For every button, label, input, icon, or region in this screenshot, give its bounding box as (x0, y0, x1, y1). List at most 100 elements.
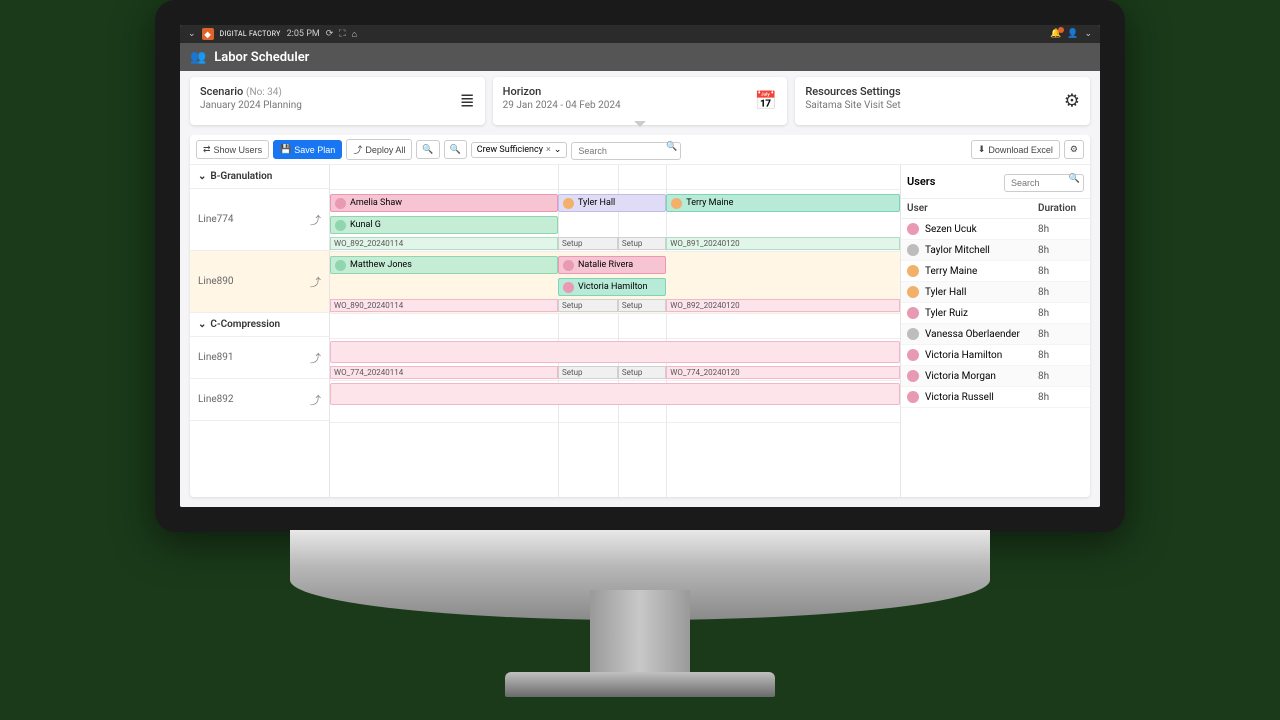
chevron-down-icon[interactable]: ⌄ (554, 145, 562, 155)
wo-setup[interactable]: Setup (558, 299, 618, 312)
wo-setup[interactable]: Setup (618, 366, 666, 379)
chip-remove-icon[interactable]: × (546, 145, 551, 155)
horizon-card[interactable]: Horizon 29 Jan 2024 - 04 Feb 2024 📅 (493, 77, 788, 125)
empty-task-line892[interactable] (330, 383, 900, 405)
zoom-out-button[interactable]: 🔍 (416, 140, 439, 159)
user-row[interactable]: Tyler Ruiz8h (901, 303, 1090, 324)
wo-892-20240114[interactable]: WO_892_20240114 (330, 237, 558, 250)
chevron-down-icon: ⌄ (198, 319, 206, 330)
user-duration: 8h (1038, 371, 1084, 382)
refresh-icon[interactable]: ⟳ (326, 29, 334, 39)
task-natalie-rivera[interactable]: Natalie Rivera (558, 256, 666, 274)
show-users-button[interactable]: ⇄ Show Users (196, 140, 269, 159)
page-title-bar: 👥 Labor Scheduler (180, 43, 1100, 71)
wo-892-20240120[interactable]: WO_892_20240120 (666, 299, 900, 312)
wo-890-20240114[interactable]: WO_890_20240114 (330, 299, 558, 312)
user-row[interactable]: Terry Maine8h (901, 261, 1090, 282)
user-row[interactable]: Tyler Hall8h (901, 282, 1090, 303)
users-list[interactable]: Sezen Ucuk8hTaylor Mitchell8hTerry Maine… (901, 219, 1090, 408)
gantt-row-line774: Amelia Shaw Tyler Hall Terry Maine Kunal… (330, 190, 900, 252)
wo-setup[interactable]: Setup (618, 299, 666, 312)
toolbar-settings-button[interactable]: ⚙ (1064, 140, 1084, 159)
scenario-title: Scenario (200, 85, 243, 98)
wo-774-20240120[interactable]: WO_774_20240120 (666, 366, 900, 379)
group-b-granulation[interactable]: ⌄B-Granulation (190, 165, 329, 189)
user-row[interactable]: Victoria Morgan8h (901, 366, 1090, 387)
users-search[interactable]: 🔍 (1004, 171, 1084, 192)
resources-subtitle: Saitama Site Visit Set (805, 100, 1080, 111)
menu-chevron-icon[interactable]: ⌄ (188, 29, 196, 39)
user-row[interactable]: Taylor Mitchell8h (901, 240, 1090, 261)
users-col-duration: Duration (1038, 203, 1084, 214)
task-terry-maine[interactable]: Terry Maine (666, 194, 900, 212)
gantt-row-line892 (330, 381, 900, 423)
upload-icon[interactable]: ⤴ (310, 212, 321, 228)
gantt-timeline[interactable]: Amelia Shaw Tyler Hall Terry Maine Kunal… (330, 165, 900, 497)
horizon-range: 29 Jan 2024 - 04 Feb 2024 (503, 100, 778, 111)
horizon-title: Horizon (503, 85, 778, 98)
users-search-input[interactable] (1004, 174, 1084, 192)
wo-774-20240114[interactable]: WO_774_20240114 (330, 366, 558, 379)
task-matthew-jones[interactable]: Matthew Jones (330, 256, 558, 274)
brand-logo-icon: ◆ (202, 28, 214, 40)
empty-task-line891[interactable] (330, 341, 900, 363)
resources-title: Resources Settings (805, 85, 1080, 98)
avatar (907, 265, 919, 277)
user-row[interactable]: Victoria Hamilton8h (901, 345, 1090, 366)
user-duration: 8h (1038, 245, 1084, 256)
labor-scheduler-icon: 👥 (190, 50, 206, 65)
group-c-compression[interactable]: ⌄C-Compression (190, 313, 329, 337)
avatar (907, 223, 919, 235)
task-tyler-hall[interactable]: Tyler Hall (558, 194, 666, 212)
user-row[interactable]: Victoria Russell8h (901, 387, 1090, 408)
user-duration: 8h (1038, 266, 1084, 277)
summary-cards: Scenario (No: 34) January 2024 Planning … (180, 71, 1100, 135)
user-menu-icon[interactable]: 👤 (1067, 29, 1078, 39)
task-victoria-hamilton[interactable]: Victoria Hamilton (558, 278, 666, 296)
home-icon[interactable]: ⌂ (352, 29, 357, 40)
filter-chip[interactable]: Crew Sufficiency × ⌄ (471, 142, 568, 158)
wo-setup[interactable]: Setup (618, 237, 666, 250)
calendar-icon[interactable]: 📅 (755, 91, 777, 112)
scenario-card[interactable]: Scenario (No: 34) January 2024 Planning … (190, 77, 485, 125)
toolbar-search[interactable]: 🔍 (571, 139, 681, 160)
wo-891-20240120[interactable]: WO_891_20240120 (666, 237, 900, 250)
chevron-down-icon: ⌄ (198, 171, 206, 182)
page-title: Labor Scheduler (214, 50, 309, 65)
user-menu-chevron-icon[interactable]: ⌄ (1084, 29, 1092, 39)
avatar (907, 328, 919, 340)
task-kunal-g[interactable]: Kunal G (330, 216, 558, 234)
wo-setup[interactable]: Setup (558, 237, 618, 250)
user-name: Victoria Morgan (925, 371, 1038, 382)
notifications-icon[interactable]: 🔔 (1050, 29, 1061, 39)
scenario-subtitle: January 2024 Planning (200, 100, 475, 111)
users-panel: Users 🔍 User Duration Sezen Ucuk8hTay (900, 165, 1090, 497)
system-topbar: ⌄ ◆ DIGITAL FACTORY 2:05 PM ⟳ ⛶ ⌂ 🔔 👤 ⌄ (180, 25, 1100, 43)
avatar (907, 370, 919, 382)
horizon-caret-icon[interactable] (634, 121, 646, 127)
line-label-line891: Line891⤴ (190, 337, 329, 379)
upload-icon[interactable]: ⤴ (310, 392, 321, 408)
user-duration: 8h (1038, 308, 1084, 319)
gantt-row-labels: ⌄B-Granulation Line774⤴ Line890⤴ ⌄C-Comp… (190, 165, 330, 497)
search-input[interactable] (571, 142, 681, 160)
user-row[interactable]: Vanessa Oberlaender8h (901, 324, 1090, 345)
gear-icon[interactable]: ⚙ (1064, 91, 1080, 112)
user-row[interactable]: Sezen Ucuk8h (901, 219, 1090, 240)
task-amelia-shaw[interactable]: Amelia Shaw (330, 194, 558, 212)
wo-setup[interactable]: Setup (558, 366, 618, 379)
zoom-in-button[interactable]: 🔍 (444, 140, 467, 159)
scenario-list-icon[interactable]: ≣ (460, 91, 475, 112)
line-label-line892: Line892⤴ (190, 379, 329, 421)
fullscreen-icon[interactable]: ⛶ (339, 29, 345, 39)
resources-card[interactable]: Resources Settings Saitama Site Visit Se… (795, 77, 1090, 125)
gantt-row-line890: Matthew Jones Natalie Rivera Victoria Ha… (330, 252, 900, 314)
upload-icon[interactable]: ⤴ (310, 350, 321, 366)
avatar (907, 307, 919, 319)
download-excel-button[interactable]: ⬇ Download Excel (971, 140, 1060, 159)
line-label-line774: Line774⤴ (190, 189, 329, 251)
deploy-all-button[interactable]: ⤴ Deploy All (346, 139, 412, 160)
upload-icon[interactable]: ⤴ (310, 274, 321, 290)
user-name: Terry Maine (925, 266, 1038, 277)
save-plan-button[interactable]: 💾 Save Plan (273, 140, 342, 159)
